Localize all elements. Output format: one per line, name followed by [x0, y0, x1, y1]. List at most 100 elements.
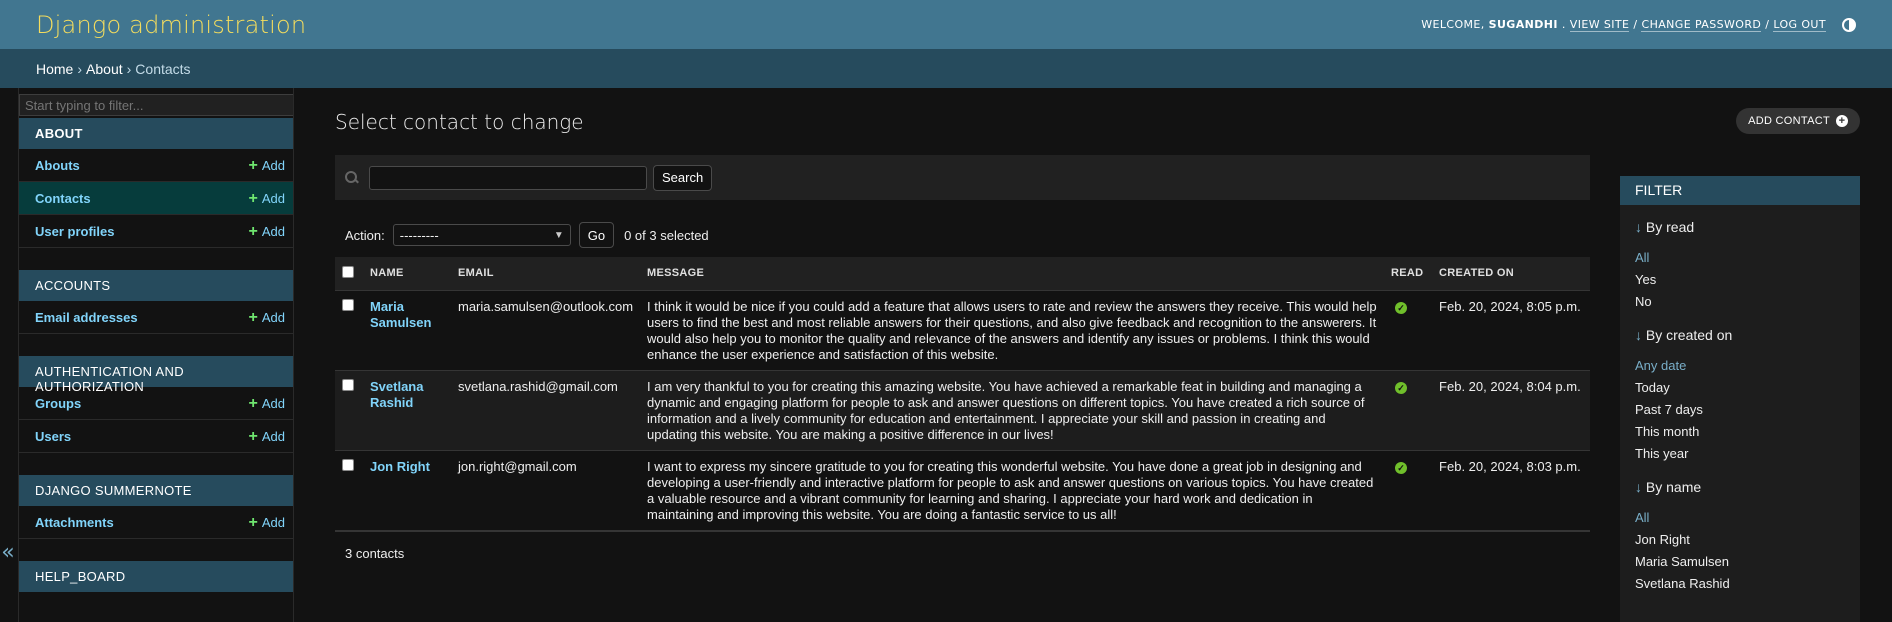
add-link[interactable]: + Add — [248, 308, 285, 326]
action-label: Action: — [345, 227, 385, 243]
table-row: Jon Right jon.right@gmail.com I want to … — [335, 450, 1590, 531]
column-header-read[interactable]: Read — [1384, 257, 1433, 291]
separator: / — [1765, 18, 1770, 31]
app-caption[interactable]: About — [19, 118, 293, 149]
read-cell: ✓ — [1384, 370, 1433, 451]
filter-option[interactable]: All — [1635, 507, 1845, 529]
sidebar-filter-input[interactable] — [19, 94, 293, 116]
filter-group-title[interactable]: ↓ By read — [1635, 219, 1845, 235]
filter-option[interactable]: Today — [1635, 377, 1845, 399]
site-branding[interactable]: Django administration — [36, 11, 306, 39]
sidebar-item-label[interactable]: Users — [35, 429, 71, 444]
created-on-cell: Feb. 20, 2024, 8:04 p.m. — [1432, 370, 1590, 451]
app-caption[interactable]: Authentication and Authorization — [19, 356, 293, 394]
table-row: Maria Samulsen maria.samulsen@outlook.co… — [335, 290, 1590, 371]
message-cell: I am very thankful to you for creating t… — [640, 370, 1385, 451]
email-cell: maria.samulsen@outlook.com — [451, 290, 641, 371]
add-link[interactable]: + Add — [248, 513, 285, 531]
breadcrumb-about[interactable]: About — [86, 61, 123, 77]
row-checkbox[interactable] — [342, 298, 354, 311]
filter-sidebar: Filter ↓ By read All Yes No ↓ By created… — [1620, 176, 1860, 622]
check-icon: ✓ — [1395, 381, 1408, 394]
app-caption[interactable]: Django Summernote — [19, 475, 293, 506]
check-icon: ✓ — [1395, 461, 1408, 474]
filter-group-title[interactable]: ↓ By name — [1635, 479, 1845, 495]
changelist: Search Action: --------- ▼ Go 0 of 3 sel… — [335, 155, 1590, 575]
sidebar-item-label[interactable]: Abouts — [35, 158, 80, 173]
name-cell: Jon Right — [363, 450, 451, 531]
contact-name-link[interactable]: Jon Right — [370, 459, 430, 474]
filter-option[interactable]: This year — [1635, 443, 1845, 465]
filter-group-by-name: ↓ By name All Jon Right Maria Samulsen S… — [1620, 479, 1860, 595]
arrow-down-icon: ↓ — [1635, 327, 1642, 343]
header: Django administration Welcome, SUGANDHI.… — [0, 0, 1892, 49]
sidebar-item-label[interactable]: Groups — [35, 396, 81, 411]
plus-icon: + — [248, 308, 258, 326]
app-caption[interactable]: Accounts — [19, 270, 293, 301]
filter-option[interactable]: Past 7 days — [1635, 399, 1845, 421]
search-button[interactable]: Search — [653, 164, 713, 191]
collapse-sidebar-icon[interactable]: « — [0, 540, 16, 570]
plus-icon: + — [248, 394, 258, 412]
go-button[interactable]: Go — [578, 222, 615, 248]
sidebar-item-users: Users + Add — [19, 420, 293, 453]
action-select[interactable]: --------- ▼ — [392, 224, 571, 246]
app-module-auth: Authentication and Authorization Groups … — [19, 356, 293, 453]
sidebar-item-label[interactable]: Email addresses — [35, 310, 138, 325]
contact-name-link[interactable]: Svetlana Rashid — [370, 379, 423, 410]
theme-toggle-icon[interactable] — [1842, 17, 1856, 32]
contact-name-link[interactable]: Maria Samulsen — [370, 299, 431, 330]
plus-icon: + — [248, 427, 258, 445]
filter-option[interactable]: All — [1635, 247, 1845, 269]
sidebar-item-label[interactable]: Contacts — [35, 191, 91, 206]
sidebar-item-label[interactable]: User profiles — [35, 224, 114, 239]
created-on-cell: Feb. 20, 2024, 8:05 p.m. — [1432, 290, 1590, 371]
add-link[interactable]: + Add — [248, 156, 285, 174]
arrow-down-icon: ↓ — [1635, 479, 1642, 495]
filter-option[interactable]: Jon Right — [1635, 529, 1845, 551]
add-link[interactable]: + Add — [249, 190, 285, 206]
column-header-name[interactable]: Name — [363, 257, 451, 291]
breadcrumb-separator: › — [77, 60, 83, 77]
separator: / — [1633, 18, 1638, 31]
username: SUGANDHI — [1488, 18, 1558, 31]
row-checkbox[interactable] — [342, 458, 354, 471]
plus-icon: + — [248, 513, 258, 531]
search-icon — [345, 170, 359, 185]
column-header-email[interactable]: Email — [451, 257, 641, 291]
change-password-link[interactable]: Change password — [1641, 18, 1762, 32]
breadcrumb-home[interactable]: Home — [36, 61, 73, 77]
add-link[interactable]: + Add — [248, 394, 285, 412]
search-input[interactable] — [369, 165, 647, 190]
filter-option[interactable]: This month — [1635, 421, 1845, 443]
plus-icon: + — [248, 156, 258, 174]
column-header-created-on[interactable]: Created on — [1432, 257, 1590, 291]
log-out-link[interactable]: Log out — [1773, 18, 1826, 32]
breadcrumb-current: Contacts — [135, 60, 191, 77]
filter-group-title[interactable]: ↓ By created on — [1635, 327, 1845, 343]
filter-option[interactable]: Maria Samulsen — [1635, 551, 1845, 573]
sidebar-item-user-profiles: User profiles + Add — [19, 215, 293, 248]
sidebar-item-label[interactable]: Attachments — [35, 515, 114, 530]
add-link[interactable]: + Add — [249, 223, 285, 239]
row-checkbox[interactable] — [342, 378, 354, 391]
add-link[interactable]: + Add — [248, 427, 285, 445]
user-tools: Welcome, SUGANDHI. View site / Change pa… — [1421, 17, 1856, 32]
app-caption[interactable]: Help_board — [19, 561, 293, 592]
read-cell: ✓ — [1384, 450, 1433, 531]
filter-option[interactable]: Svetlana Rashid — [1635, 573, 1845, 595]
table-row: Svetlana Rashid svetlana.rashid@gmail.co… — [335, 370, 1590, 451]
filter-option[interactable]: Yes — [1635, 269, 1845, 291]
filter-title: Filter — [1620, 176, 1860, 205]
filter-option[interactable]: Any date — [1635, 355, 1845, 377]
sidebar-item-abouts: Abouts + Add — [19, 149, 293, 182]
add-contact-button[interactable]: Add contact + — [1736, 108, 1860, 134]
read-cell: ✓ — [1384, 290, 1433, 371]
view-site-link[interactable]: View site — [1569, 18, 1630, 32]
row-select-cell — [335, 290, 363, 371]
nav-sidebar: About Abouts +Add Contacts +Add User pro… — [18, 88, 294, 622]
filter-option[interactable]: No — [1635, 291, 1845, 313]
app-module-summernote: Django Summernote Attachments + Add — [19, 475, 293, 539]
select-all-checkbox[interactable] — [342, 265, 354, 278]
column-header-message[interactable]: Message — [640, 257, 1385, 291]
